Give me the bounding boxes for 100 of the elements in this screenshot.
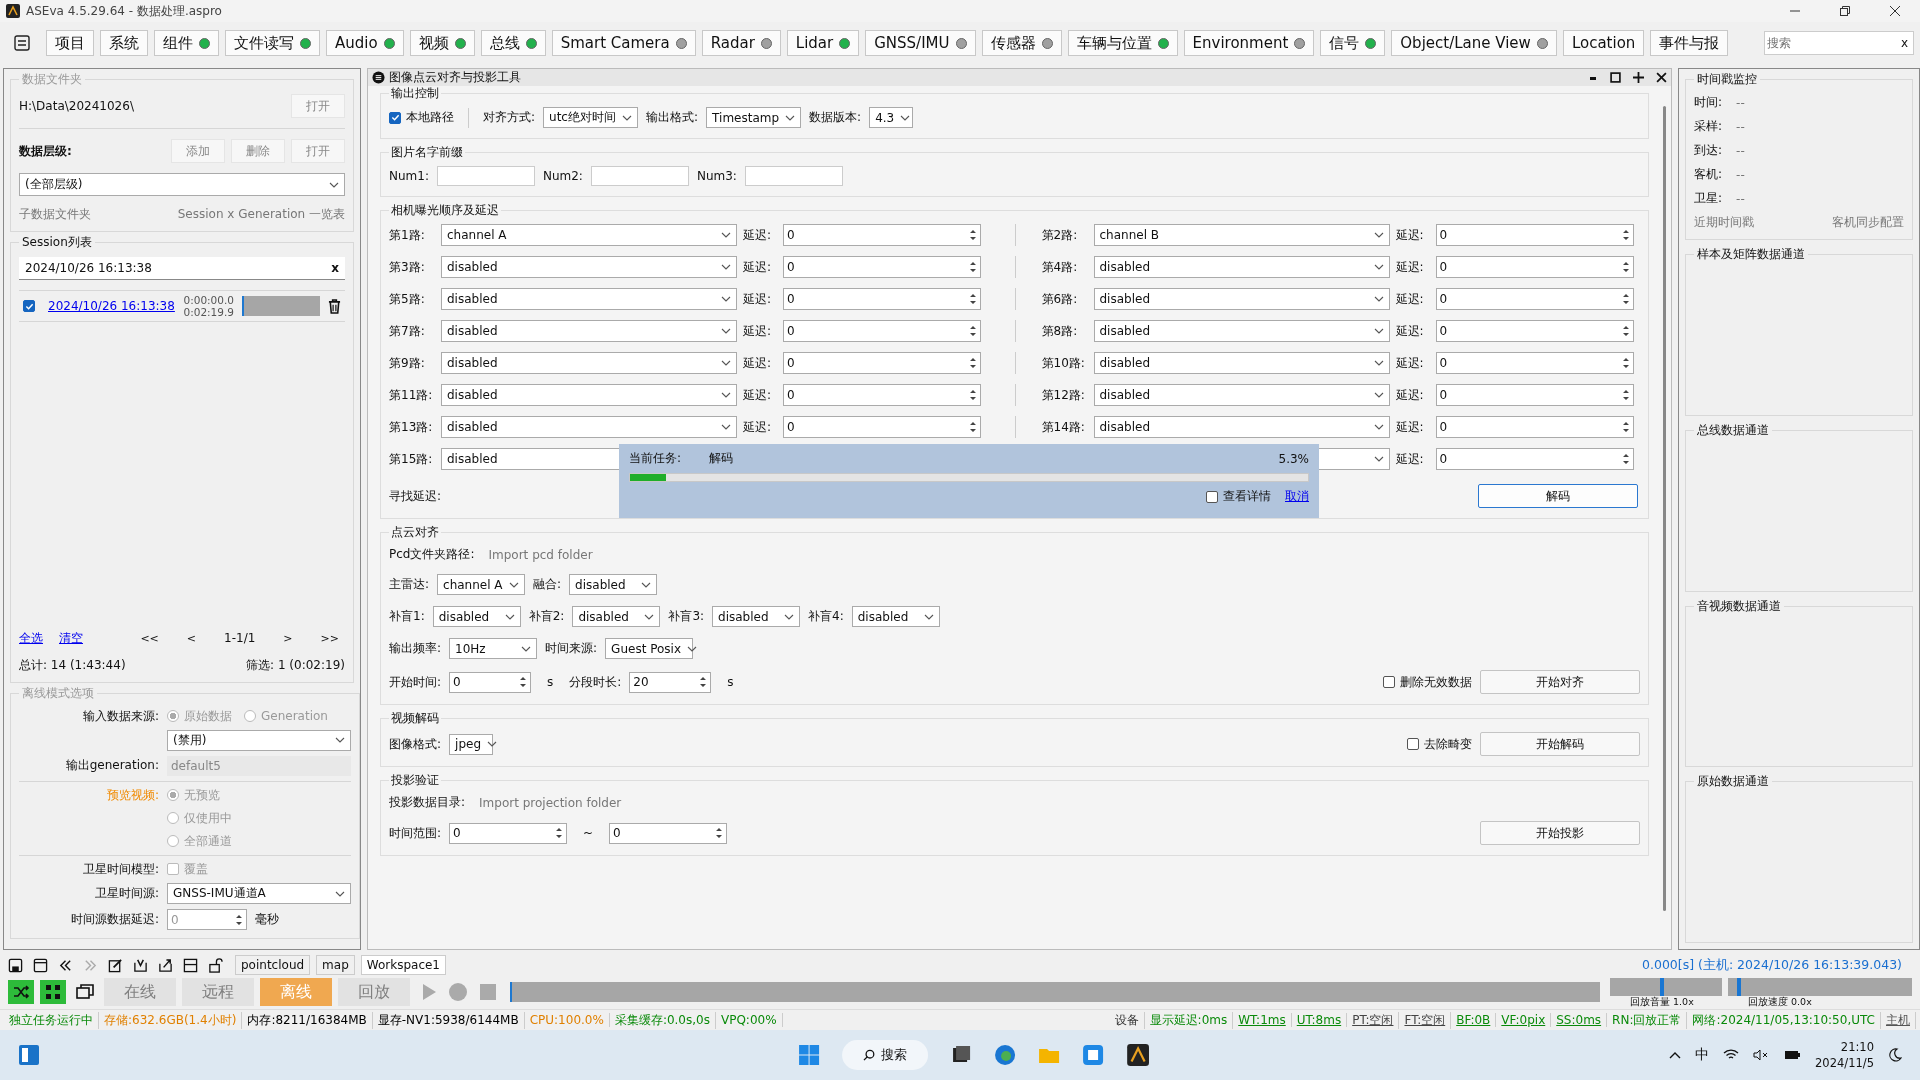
action-button[interactable]: 删除 <box>231 139 285 163</box>
start-icon[interactable] <box>798 1044 821 1066</box>
clock-date[interactable]: 2024/11/5 <box>1815 1055 1874 1071</box>
spin-box[interactable]: 0 <box>609 822 728 844</box>
page-button[interactable]: >> <box>320 631 339 645</box>
workspace-tab[interactable]: pointcloud <box>235 955 311 975</box>
dropdown[interactable]: disabled <box>441 352 737 374</box>
menu-tab[interactable]: Lidar <box>786 30 860 56</box>
pin-icon[interactable] <box>1633 72 1644 83</box>
spin-box[interactable]: 0 <box>1435 256 1634 278</box>
dropdown[interactable]: disabled <box>572 606 661 627</box>
layout-icon[interactable] <box>183 957 198 973</box>
action-button[interactable]: 打开 <box>291 139 345 163</box>
spin-box[interactable]: 0 <box>783 320 981 342</box>
spin-box[interactable]: 0 <box>1435 384 1634 406</box>
app-icon[interactable] <box>1082 1044 1105 1066</box>
dropdown[interactable]: disabled <box>441 384 737 406</box>
close-icon[interactable] <box>1890 6 1900 16</box>
menu-tab[interactable]: Environment <box>1183 30 1315 56</box>
spin-box[interactable]: 0 <box>783 384 981 406</box>
page-button[interactable]: > <box>283 631 293 645</box>
muted-speaker-icon[interactable] <box>1753 1049 1770 1061</box>
restore-icon[interactable] <box>1840 6 1850 16</box>
checkbox[interactable] <box>23 300 35 312</box>
menu-tab[interactable]: 系统 <box>100 30 148 56</box>
menu-tab[interactable]: 传感器 <box>981 30 1062 56</box>
spin-box[interactable]: 0 <box>783 224 981 246</box>
dropdown[interactable]: utc绝对时间 <box>543 107 639 128</box>
input-method[interactable]: 中 <box>1695 1046 1710 1064</box>
open-button[interactable]: 打开 <box>291 94 345 118</box>
clock-time[interactable]: 21:10 <box>1840 1039 1874 1055</box>
workspace-tab[interactable]: Workspace1 <box>360 955 446 975</box>
checkbox[interactable] <box>167 863 179 875</box>
dropdown[interactable]: disabled <box>1093 416 1390 438</box>
menu-tab[interactable]: 事件与报 <box>1650 30 1729 56</box>
trash-icon[interactable] <box>328 298 341 314</box>
moon-icon[interactable] <box>1888 1048 1902 1062</box>
dropdown[interactable]: channel B <box>1093 224 1390 246</box>
dropdown[interactable]: disabled <box>441 320 737 342</box>
menu-tab[interactable]: Smart Camera <box>551 30 696 56</box>
dropdown[interactable]: disabled <box>1093 256 1390 278</box>
menu-tab[interactable]: Radar <box>701 30 781 56</box>
start-projection-button[interactable]: 开始投影 <box>1480 821 1640 845</box>
menu-tab[interactable]: 项目 <box>46 30 94 56</box>
radio-button[interactable] <box>167 710 179 722</box>
dropdown[interactable]: Guest Posix <box>605 638 694 659</box>
dropdown[interactable]: channel A <box>437 574 526 595</box>
dropdown[interactable]: disabled <box>441 288 737 310</box>
menu-tab[interactable]: Audio <box>326 30 404 56</box>
spin-box[interactable]: 0 <box>1435 352 1634 374</box>
menu-tab[interactable]: GNSS/IMU <box>865 30 976 56</box>
dropdown[interactable]: 10Hz <box>449 638 538 659</box>
slider-thumb[interactable] <box>1737 977 1742 996</box>
clear-link[interactable]: 清空 <box>59 629 83 647</box>
radio-button[interactable] <box>167 835 179 847</box>
maximize-icon[interactable] <box>1610 72 1621 83</box>
dropdown[interactable]: (全部层级) <box>19 173 345 196</box>
menu-tab[interactable]: 文件读写 <box>225 30 320 56</box>
page-button[interactable]: < <box>186 631 197 645</box>
shuffle-icon[interactable] <box>8 980 34 1004</box>
radio-button[interactable] <box>167 812 179 824</box>
dropdown[interactable]: disabled <box>1093 320 1390 342</box>
dropdown[interactable]: disabled <box>569 574 658 595</box>
dropdown[interactable]: disabled <box>1093 288 1390 310</box>
spin-box[interactable]: 0 <box>783 288 981 310</box>
save-icon[interactable] <box>8 957 23 973</box>
clear-filter-button[interactable]: x <box>331 261 339 275</box>
select-all-link[interactable]: 全选 <box>19 629 43 647</box>
start-decode-button[interactable]: 开始解码 <box>1480 732 1640 756</box>
dropdown[interactable]: Timestamp <box>706 107 802 128</box>
spin-box[interactable]: 0 <box>1435 416 1634 438</box>
menu-tab[interactable]: Object/Lane View <box>1391 30 1557 56</box>
dropdown[interactable]: disabled <box>851 606 940 627</box>
spin-box[interactable]: 0 <box>449 671 532 693</box>
action-button[interactable]: 添加 <box>171 139 225 163</box>
chevron-up-icon[interactable] <box>1669 1051 1682 1059</box>
dropdown[interactable]: disabled <box>1093 384 1390 406</box>
checkbox[interactable] <box>1383 676 1395 688</box>
text-field[interactable] <box>436 166 535 186</box>
page-button[interactable]: << <box>140 631 159 645</box>
unlock-icon[interactable] <box>208 957 223 973</box>
dropdown[interactable]: disabled <box>432 606 521 627</box>
spin-box[interactable]: 0 <box>783 256 981 278</box>
menu-tab[interactable]: Location <box>1562 30 1645 56</box>
spin-box[interactable]: 0 <box>1435 224 1634 246</box>
overview-link[interactable]: Session x Generation 一览表 <box>177 206 345 223</box>
spin-box[interactable]: 0 <box>449 822 568 844</box>
sync-config-link[interactable]: 客机同步配置 <box>1832 214 1904 231</box>
speed-slider[interactable] <box>1728 977 1912 996</box>
spin-box[interactable]: 0 <box>783 352 981 374</box>
battery-icon[interactable] <box>1783 1049 1802 1061</box>
app-logo-icon[interactable] <box>1126 1043 1151 1067</box>
dropdown[interactable]: disabled <box>441 416 737 438</box>
window-icon[interactable] <box>33 957 48 973</box>
browser-icon[interactable] <box>994 1044 1017 1066</box>
spin-box[interactable]: 0 <box>1435 320 1634 342</box>
folder-path-placeholder[interactable]: Import projection folder <box>479 795 622 810</box>
checkbox[interactable] <box>1206 490 1218 503</box>
dropdown[interactable]: GNSS-IMU通道A <box>167 883 351 904</box>
dropdown[interactable]: jpeg <box>449 733 494 755</box>
